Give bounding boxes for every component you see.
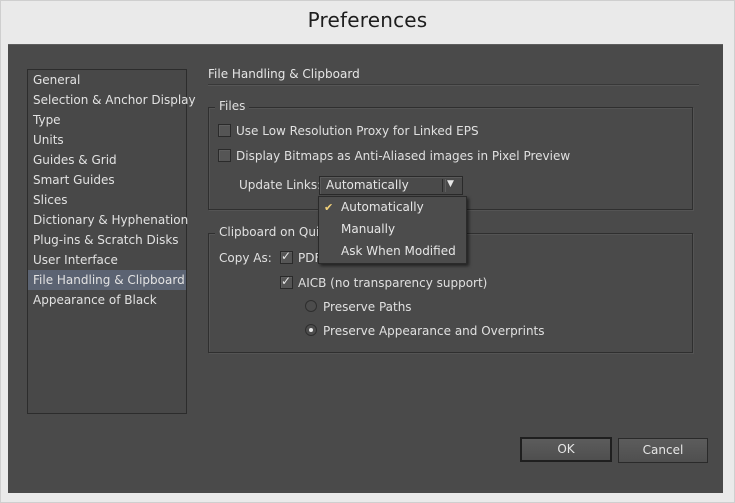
sidebar-item-dictionary-hyphenation[interactable]: Dictionary & Hyphenation xyxy=(28,210,188,230)
radio-selected-dot xyxy=(309,328,313,332)
section-title: File Handling & Clipboard xyxy=(208,67,360,81)
sidebar-item-guides-grid[interactable]: Guides & Grid xyxy=(28,150,186,170)
dropdown-option-ask-when-modified[interactable]: Ask When Modified xyxy=(341,244,456,258)
files-group-legend: Files xyxy=(215,99,250,113)
sidebar-item-plugins-scratch-disks[interactable]: Plug-ins & Scratch Disks xyxy=(28,230,186,250)
preserve-appearance-radio[interactable] xyxy=(305,324,317,336)
ok-button[interactable]: OK xyxy=(520,437,612,462)
sidebar-item-appearance-of-black[interactable]: Appearance of Black xyxy=(28,290,186,310)
sidebar-item-general[interactable]: General xyxy=(28,70,186,90)
aicb-label: AICB (no transparency support) xyxy=(298,276,488,290)
update-links-select[interactable]: Automatically ▼ xyxy=(319,176,463,195)
clipboard-group-legend: Clipboard on Quit xyxy=(215,225,328,239)
preserve-appearance-label: Preserve Appearance and Overprints xyxy=(323,324,545,338)
pdf-option[interactable]: ✓ PDF xyxy=(280,249,321,265)
section-divider xyxy=(208,84,699,86)
cancel-button[interactable]: Cancel xyxy=(618,438,708,463)
select-separator xyxy=(442,179,446,192)
sidebar-item-selection-anchor-display[interactable]: Selection & Anchor Display xyxy=(28,90,196,110)
sidebar-item-units[interactable]: Units xyxy=(28,130,186,150)
sidebar-item-file-handling-clipboard[interactable]: File Handling & Clipboard xyxy=(28,270,186,290)
sidebar-item-user-interface[interactable]: User Interface xyxy=(28,250,186,270)
check-icon: ✔ xyxy=(324,201,334,214)
chevron-down-icon[interactable]: ▼ xyxy=(447,179,454,189)
update-links-dropdown-menu: ✔ Automatically Manually Ask When Modifi… xyxy=(318,196,467,264)
preserve-paths-radio[interactable] xyxy=(305,300,317,312)
update-links-label: Update Links: xyxy=(239,178,322,192)
sidebar-item-slices[interactable]: Slices xyxy=(28,190,186,210)
display-bitmaps-option[interactable]: Display Bitmaps as Anti-Aliased images i… xyxy=(218,149,570,163)
sidebar-item-type[interactable]: Type xyxy=(28,110,186,130)
dropdown-option-automatically[interactable]: Automatically xyxy=(341,200,424,214)
use-low-res-proxy-option[interactable]: Use Low Resolution Proxy for Linked EPS xyxy=(218,124,479,138)
sidebar-item-smart-guides[interactable]: Smart Guides xyxy=(28,170,186,190)
preserve-appearance-option[interactable]: Preserve Appearance and Overprints xyxy=(305,324,545,338)
display-bitmaps-checkbox[interactable] xyxy=(218,149,231,162)
sidebar-list: General Selection & Anchor Display Type … xyxy=(28,70,196,310)
preferences-panel: General Selection & Anchor Display Type … xyxy=(8,44,723,493)
use-low-res-proxy-label: Use Low Resolution Proxy for Linked EPS xyxy=(236,124,479,138)
copy-as-label: Copy As: xyxy=(219,251,272,265)
preserve-paths-option[interactable]: Preserve Paths xyxy=(305,300,412,314)
window-title: Preferences xyxy=(307,8,428,32)
aicb-checkbox[interactable]: ✓ xyxy=(280,274,293,289)
display-bitmaps-label: Display Bitmaps as Anti-Aliased images i… xyxy=(236,149,571,163)
aicb-option[interactable]: ✓ AICB (no transparency support) xyxy=(280,274,488,290)
update-links-value: Automatically xyxy=(326,178,409,192)
use-low-res-proxy-checkbox[interactable] xyxy=(218,124,231,137)
preferences-sidebar: General Selection & Anchor Display Type … xyxy=(27,69,196,414)
checkmark-icon: ✓ xyxy=(281,249,292,263)
checkmark-icon: ✓ xyxy=(281,274,292,288)
pdf-checkbox[interactable]: ✓ xyxy=(280,249,293,264)
dropdown-option-manually[interactable]: Manually xyxy=(341,222,395,236)
preserve-paths-label: Preserve Paths xyxy=(323,300,412,314)
